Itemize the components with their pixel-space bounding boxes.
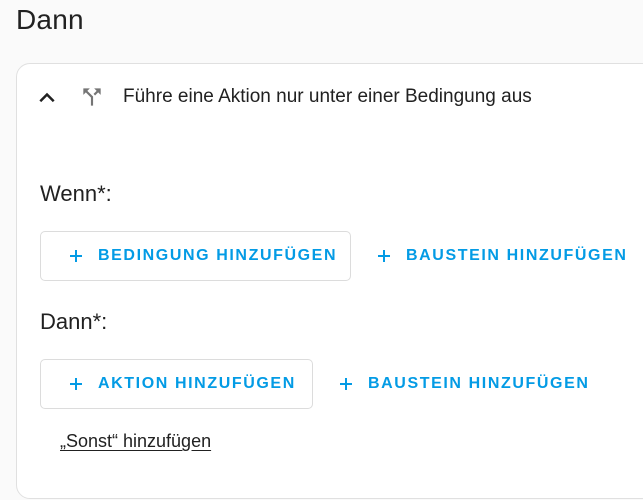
card-header[interactable]: Führe eine Aktion nur unter einer Beding… <box>17 64 643 132</box>
add-building-block-label: Baustein hinzufügen <box>368 375 590 392</box>
add-action-label: Aktion hinzufügen <box>98 375 296 392</box>
add-building-block-button-then[interactable]: Baustein hinzufügen <box>338 359 590 409</box>
then-section-label: Dann*: <box>40 309 108 334</box>
page-title: Dann <box>16 4 84 35</box>
plus-icon <box>70 250 82 262</box>
plus-icon <box>378 250 390 262</box>
add-condition-label: Bedingung hinzufügen <box>98 247 338 264</box>
add-else-link[interactable]: „Sonst“ hinzufügen <box>60 431 211 452</box>
if-section-label: Wenn*: <box>40 181 112 206</box>
plus-icon <box>340 378 352 390</box>
add-building-block-label: Baustein hinzufügen <box>406 247 628 264</box>
plus-icon <box>70 378 82 390</box>
chevron-up-icon[interactable] <box>37 87 57 107</box>
if-then-action-card: Führe eine Aktion nur unter einer Beding… <box>16 63 643 499</box>
call-split-icon <box>83 88 101 106</box>
card-title: Führe eine Aktion nur unter einer Beding… <box>123 86 532 107</box>
add-condition-button[interactable]: Bedingung hinzufügen <box>40 231 351 281</box>
add-building-block-button-if[interactable]: Baustein hinzufügen <box>376 231 628 281</box>
add-action-button[interactable]: Aktion hinzufügen <box>40 359 313 409</box>
